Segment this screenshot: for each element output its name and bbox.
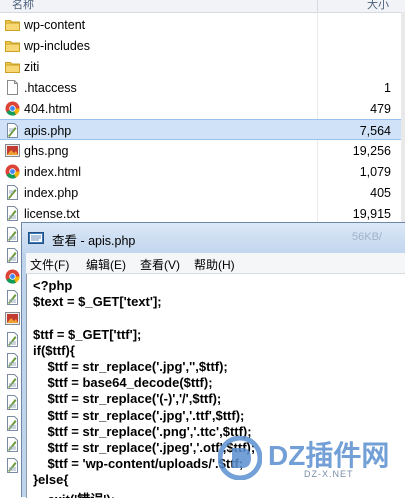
window-title-faded: 56KB/ bbox=[352, 231, 382, 243]
text-file-icon bbox=[5, 395, 20, 410]
file-row[interactable]: license.txt 19,915 bbox=[0, 203, 405, 224]
file-name: 404.html bbox=[24, 102, 72, 116]
folder-icon bbox=[5, 59, 20, 74]
file-row[interactable]: ziti bbox=[0, 56, 405, 77]
text-file-icon bbox=[5, 227, 20, 242]
window-title: 查看 - apis.php bbox=[52, 234, 136, 248]
watermark-logo-icon bbox=[218, 436, 262, 480]
php-file-icon bbox=[5, 123, 20, 138]
menu-bar: 文件(F) 编辑(E) 查看(V) 帮助(H) bbox=[26, 253, 405, 274]
image-file-icon bbox=[5, 143, 20, 158]
code-line: $ttf = base64_decode($ttf); bbox=[33, 375, 213, 391]
file-row[interactable]: .htaccess 1 bbox=[0, 77, 405, 98]
folder-icon bbox=[5, 38, 20, 53]
code-line: $text = $_GET['text']; bbox=[33, 294, 162, 310]
chrome-icon bbox=[5, 101, 20, 116]
code-line: }else{ bbox=[33, 472, 69, 488]
chrome-icon bbox=[5, 164, 20, 179]
column-divider[interactable] bbox=[317, 0, 318, 12]
file-size: 19,915 bbox=[352, 207, 391, 221]
file-row[interactable]: ghs.png 19,256 bbox=[0, 140, 405, 161]
text-file-icon bbox=[5, 353, 20, 368]
file-name: index.html bbox=[24, 165, 81, 179]
column-header-size[interactable]: 大小 bbox=[367, 0, 389, 12]
code-line: if($ttf){ bbox=[33, 342, 75, 358]
file-size: 1 bbox=[384, 81, 391, 95]
column-header-name[interactable]: 名称 bbox=[12, 0, 34, 12]
file-name: .htaccess bbox=[24, 81, 77, 95]
text-file-icon bbox=[5, 458, 20, 473]
file-size: 1,079 bbox=[359, 165, 391, 179]
notepad-icon bbox=[28, 232, 44, 244]
watermark-text: DZ插件网 bbox=[268, 440, 390, 471]
text-file-icon bbox=[5, 248, 20, 263]
menu-edit[interactable]: 编辑(E) bbox=[86, 256, 126, 273]
code-line: $ttf = str_replace('.jpg','',$ttf); bbox=[33, 359, 228, 374]
window-titlebar[interactable]: 查看 - apis.php 56KB/ bbox=[22, 223, 405, 253]
column-header: 名称 大小 bbox=[0, 0, 405, 13]
watermark-subtext: DZ-X.NET bbox=[304, 469, 354, 479]
text-file-icon bbox=[5, 437, 20, 452]
chrome-icon bbox=[5, 269, 20, 284]
text-file-icon bbox=[5, 290, 20, 305]
file-name: license.txt bbox=[24, 207, 80, 221]
file-row[interactable]: wp-includes bbox=[0, 35, 405, 56]
file-row[interactable]: 404.html 479 bbox=[0, 98, 405, 119]
watermark: DZ插件网 DZ-X.NET bbox=[212, 420, 405, 497]
file-size: 405 bbox=[370, 186, 391, 200]
file-row[interactable]: apis.php 7,564 bbox=[0, 119, 405, 140]
text-file-icon bbox=[5, 416, 20, 431]
file-size: 479 bbox=[370, 102, 391, 116]
file-size: 19,256 bbox=[352, 144, 391, 158]
file-name: index.php bbox=[24, 186, 79, 200]
file-name: wp-content bbox=[24, 18, 86, 32]
text-file-icon bbox=[5, 206, 20, 221]
menu-view[interactable]: 查看(V) bbox=[140, 256, 180, 273]
file-row[interactable]: index.html 1,079 bbox=[0, 161, 405, 182]
code-line: $ttf = str_replace('(-)','/',$ttf); bbox=[33, 391, 222, 407]
file-row[interactable]: index.php 405 bbox=[0, 182, 405, 203]
code-line: $ttf = $_GET['ttf']; bbox=[33, 326, 142, 342]
file-name: ghs.png bbox=[24, 144, 69, 158]
file-size: 7,564 bbox=[359, 124, 391, 138]
php-file-icon bbox=[5, 185, 20, 200]
file-icon bbox=[5, 80, 20, 95]
folder-icon bbox=[5, 17, 20, 32]
file-name: ziti bbox=[24, 60, 40, 74]
menu-help[interactable]: 帮助(H) bbox=[194, 256, 235, 273]
image-file-icon bbox=[5, 311, 20, 326]
text-file-icon bbox=[5, 332, 20, 347]
file-name: apis.php bbox=[24, 124, 72, 138]
file-row[interactable]: wp-content bbox=[0, 14, 405, 35]
menu-file[interactable]: 文件(F) bbox=[30, 256, 69, 273]
file-name: wp-includes bbox=[24, 39, 91, 53]
code-line: <?php bbox=[33, 278, 73, 293]
text-file-icon bbox=[5, 374, 20, 389]
